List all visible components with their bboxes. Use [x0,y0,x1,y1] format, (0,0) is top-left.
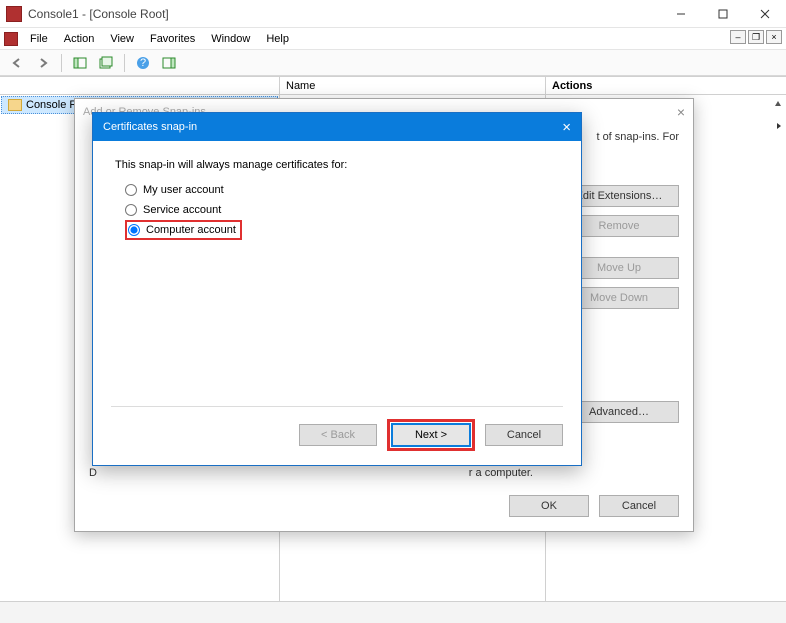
radio-input-computer[interactable] [128,224,140,236]
mdi-window-controls: – ❐ × [730,30,782,44]
minimize-button[interactable] [660,1,702,27]
window-title: Console1 - [Console Root] [28,7,660,21]
statusbar [0,601,786,623]
window-controls [660,1,786,27]
menu-favorites[interactable]: Favorites [142,31,203,47]
column-header-name[interactable]: Name [280,77,545,95]
certificates-snapin-wizard: Certificates snap-in × This snap-in will… [92,112,582,466]
description-prefix: D [89,467,97,479]
menu-help[interactable]: Help [258,31,297,47]
new-window-button[interactable] [95,53,117,73]
back-button: < Back [299,424,377,446]
radio-my-user-account[interactable]: My user account [125,181,559,199]
description-area: D r a computer. [89,467,533,479]
menu-window[interactable]: Window [203,31,258,47]
wizard-separator [111,406,563,407]
folder-icon [8,99,22,111]
menu-action[interactable]: Action [56,31,103,47]
menu-file[interactable]: File [22,31,56,47]
wizard-cancel-button[interactable]: Cancel [485,424,563,446]
ok-button[interactable]: OK [509,495,589,517]
next-button[interactable]: Next > [392,424,470,446]
svg-text:?: ? [140,57,146,69]
main-titlebar: Console1 - [Console Root] [0,0,786,28]
menu-view[interactable]: View [102,31,142,47]
toolbar-separator [61,54,62,72]
description-fragment: r a computer. [469,467,533,479]
mdi-close-button[interactable]: × [766,30,782,44]
wizard-close-button[interactable]: × [562,119,571,136]
wizard-footer: < Back Next > Cancel [299,419,563,451]
radio-service-account[interactable]: Service account [125,201,559,219]
maximize-button[interactable] [702,1,744,27]
radio-label-user: My user account [143,184,224,196]
radio-input-service[interactable] [125,204,137,216]
scroll-up-button[interactable] [770,95,786,113]
wizard-title: Certificates snap-in [103,121,197,133]
cancel-button[interactable]: Cancel [599,495,679,517]
mdi-minimize-button[interactable]: – [730,30,746,44]
wizard-prompt: This snap-in will always manage certific… [115,159,559,171]
dialog-footer: OK Cancel [509,495,679,517]
close-button[interactable] [744,1,786,27]
toolbar-separator [124,54,125,72]
mmc-icon [6,6,22,22]
next-highlight-box: Next > [387,419,475,451]
tree-header [0,77,279,95]
radio-label-service: Service account [143,204,221,216]
radio-input-user[interactable] [125,184,137,196]
highlight-box: Computer account [125,220,242,240]
help-button[interactable]: ? [132,53,154,73]
radio-label-computer: Computer account [146,224,236,236]
forward-button[interactable] [32,53,54,73]
mdi-restore-button[interactable]: ❐ [748,30,764,44]
dialog-close-button[interactable]: × [677,104,685,120]
back-button[interactable] [6,53,28,73]
toolbar: ? [0,50,786,76]
radio-computer-account-row: Computer account [125,221,559,239]
wizard-titlebar[interactable]: Certificates snap-in × [93,113,581,141]
actions-header: Actions [546,77,786,95]
show-hide-action-pane-button[interactable] [158,53,180,73]
menubar: File Action View Favorites Window Help –… [0,28,786,50]
show-hide-tree-button[interactable] [69,53,91,73]
expand-arrow-icon[interactable] [772,119,786,133]
wizard-body: This snap-in will always manage certific… [93,141,581,259]
mdi-icon [4,32,18,46]
